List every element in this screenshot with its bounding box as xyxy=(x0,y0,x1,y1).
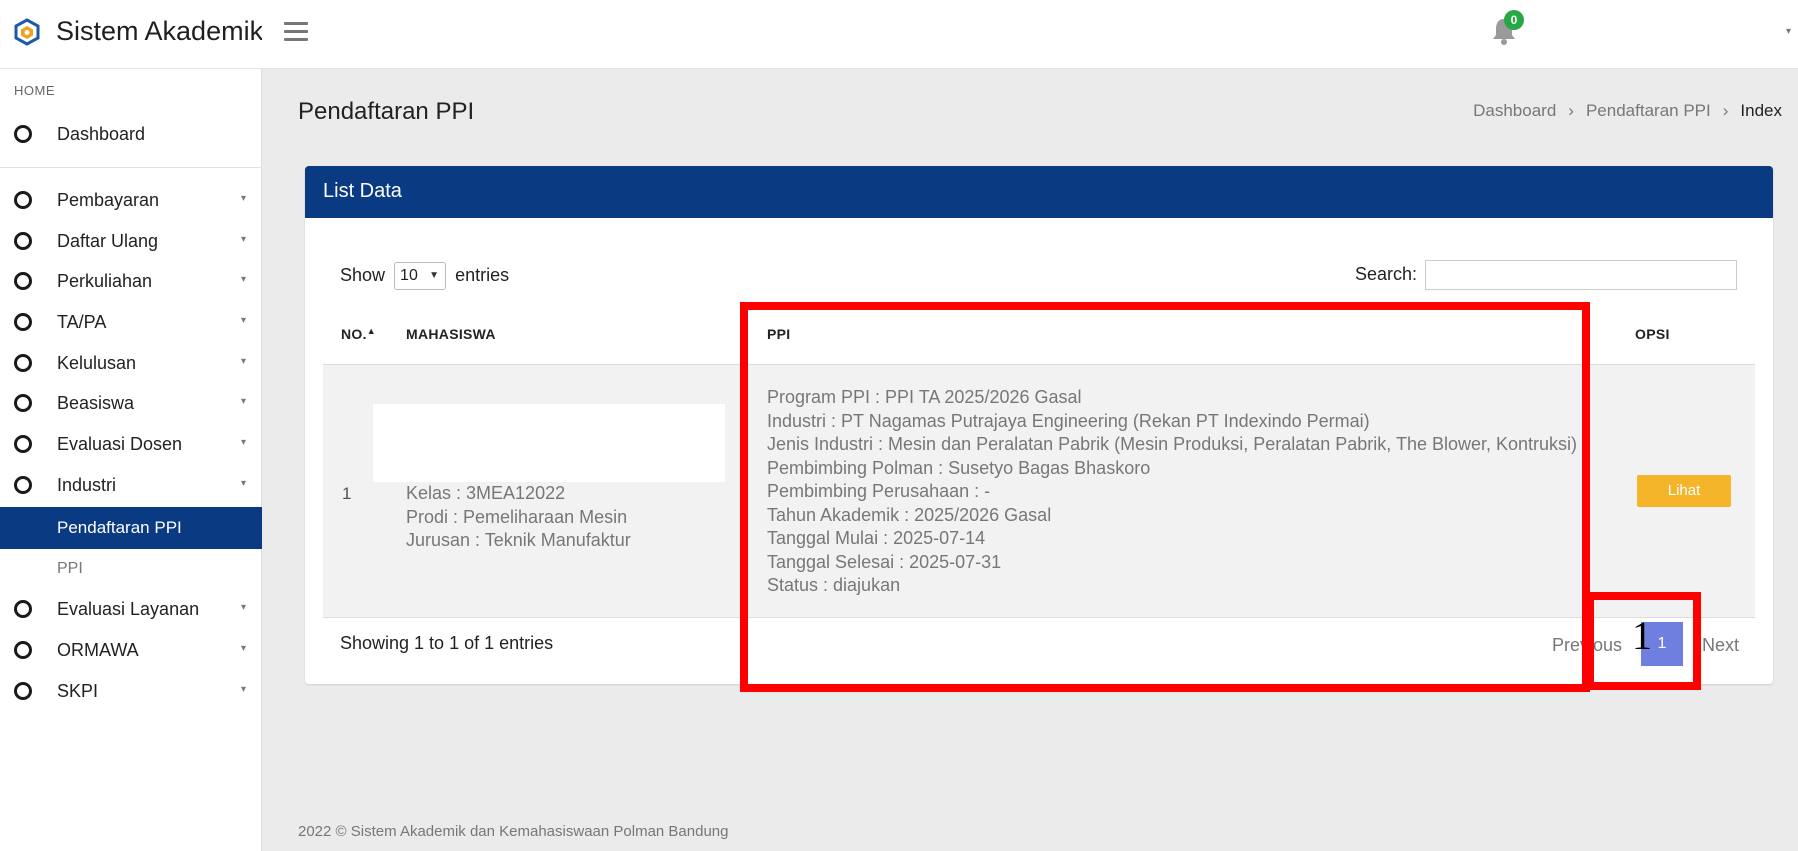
caret-down-icon: ▾ xyxy=(240,478,246,489)
app-title: Sistem Akademik xyxy=(56,16,262,46)
row-number: 1 xyxy=(342,484,352,503)
sidebar-item-perkuliahan[interactable]: Perkuliahan ▾ xyxy=(0,261,262,301)
sidebar-item-daftar-ulang[interactable]: Daftar Ulang ▾ xyxy=(0,221,262,261)
search-label: Search: xyxy=(1355,264,1418,284)
page-size-select[interactable]: 10 ▼ xyxy=(394,262,447,290)
user-menu-caret-icon[interactable]: ▾ xyxy=(1786,26,1791,37)
sidebar-item-pembayaran[interactable]: Pembayaran ▾ xyxy=(0,180,262,220)
sidebar-item-evaluasi-dosen[interactable]: Evaluasi Dosen ▾ xyxy=(0,424,262,464)
circle-icon xyxy=(14,600,32,618)
page-size-value: 10 xyxy=(400,267,418,284)
circle-icon xyxy=(14,125,32,143)
redacted-student-name xyxy=(373,404,725,482)
lihat-button[interactable]: Lihat xyxy=(1637,475,1731,507)
circle-icon xyxy=(14,191,32,209)
sidebar-item-label: Industri xyxy=(57,475,117,495)
show-entries: Show 10 ▼ entries xyxy=(340,262,509,290)
column-header-label: NO. xyxy=(341,326,367,342)
caret-down-icon: ▾ xyxy=(240,684,246,695)
sidebar-item-dashboard[interactable]: Dashboard xyxy=(0,114,262,154)
sidebar-item-label: Evaluasi Layanan xyxy=(57,599,200,619)
caret-down-icon: ▾ xyxy=(240,602,246,613)
chevron-down-icon: ▼ xyxy=(429,270,440,281)
sidebar-item-label: TA/PA xyxy=(57,312,107,332)
sidebar-item-ormawa[interactable]: ORMAWA ▾ xyxy=(0,630,262,670)
caret-down-icon: ▾ xyxy=(240,643,246,654)
card-title: List Data xyxy=(323,180,402,202)
circle-icon xyxy=(14,682,32,700)
notification-badge: 0 xyxy=(1504,10,1524,30)
column-header-no[interactable]: NO.▲ xyxy=(341,326,376,342)
brand[interactable]: Sistem Akademik xyxy=(0,0,262,69)
search-input[interactable] xyxy=(1425,260,1737,290)
circle-icon xyxy=(14,641,32,659)
sidebar-subitem-label: PPI xyxy=(57,560,83,577)
table-info: Showing 1 to 1 of 1 entries xyxy=(340,633,554,653)
show-label: Show xyxy=(340,264,386,285)
sidebar-subitem-pendaftaran-ppi[interactable]: Pendaftaran PPI xyxy=(0,507,262,549)
pagination-next[interactable]: Next xyxy=(1702,635,1739,656)
sidebar-item-industri[interactable]: Industri ▾ xyxy=(0,465,262,505)
app-logo-icon xyxy=(14,18,40,46)
sidebar-item-label: SKPI xyxy=(57,681,99,701)
sidebar-item-label: Beasiswa xyxy=(57,393,135,413)
sidebar-item-ta-pa[interactable]: TA/PA ▾ xyxy=(0,302,262,342)
circle-icon xyxy=(14,476,32,494)
caret-down-icon: ▾ xyxy=(240,193,246,204)
sidebar-item-label: Pembayaran xyxy=(57,190,160,210)
sidebar-item-evaluasi-layanan[interactable]: Evaluasi Layanan ▾ xyxy=(0,589,262,629)
sidebar-item-label: Dashboard xyxy=(57,124,146,144)
sidebar: HOME Dashboard Pembayaran ▾ Daftar Ulang… xyxy=(0,69,262,851)
circle-icon xyxy=(14,232,32,250)
column-header-opsi[interactable]: OPSI xyxy=(1635,326,1670,342)
breadcrumb-dashboard[interactable]: Dashboard xyxy=(1473,101,1556,120)
caret-down-icon: ▾ xyxy=(240,315,246,326)
menu-toggle-icon[interactable] xyxy=(284,22,308,42)
caret-down-icon: ▾ xyxy=(240,437,246,448)
sidebar-divider xyxy=(0,167,262,168)
sidebar-item-label: Perkuliahan xyxy=(57,271,153,291)
circle-icon xyxy=(14,272,32,290)
column-header-mahasiswa[interactable]: MAHASISWA xyxy=(406,326,496,342)
caret-down-icon: ▾ xyxy=(240,356,246,367)
annotation-box-ppi xyxy=(740,302,1590,692)
circle-icon xyxy=(14,354,32,372)
circle-icon xyxy=(14,394,32,412)
annotation-label: 1 xyxy=(1632,613,1652,658)
breadcrumb-separator-icon: › xyxy=(1722,101,1729,120)
student-prodi: Prodi : Pemeliharaan Mesin xyxy=(406,507,628,527)
breadcrumb: Dashboard › Pendaftaran PPI › Index xyxy=(1473,101,1782,121)
circle-icon xyxy=(14,435,32,453)
sidebar-item-label: Evaluasi Dosen xyxy=(57,434,183,454)
sidebar-subitem-label: Pendaftaran PPI xyxy=(57,518,182,537)
top-navbar: Sistem Akademik 0 ▾ xyxy=(0,0,1798,69)
sidebar-subitem-ppi[interactable]: PPI xyxy=(0,549,262,591)
card-header: List Data xyxy=(305,166,1773,218)
student-jurusan: Jurusan : Teknik Manufaktur xyxy=(406,530,631,550)
sidebar-item-beasiswa[interactable]: Beasiswa ▾ xyxy=(0,383,262,423)
circle-icon xyxy=(14,313,32,331)
sidebar-item-skpi[interactable]: SKPI ▾ xyxy=(0,671,262,711)
page-title: Pendaftaran PPI xyxy=(298,98,475,125)
student-kelas: Kelas : 3MEA12022 xyxy=(406,483,566,503)
caret-down-icon: ▾ xyxy=(240,274,246,285)
breadcrumb-separator-icon: › xyxy=(1568,101,1574,120)
sidebar-item-kelulusan[interactable]: Kelulusan ▾ xyxy=(0,343,262,383)
sidebar-item-label: ORMAWA xyxy=(57,640,139,660)
sidebar-item-label: Kelulusan xyxy=(57,353,137,373)
sidebar-item-label: Daftar Ulang xyxy=(57,231,159,251)
sort-asc-icon: ▲ xyxy=(366,326,377,336)
breadcrumb-current: Index xyxy=(1740,101,1782,120)
entries-label: entries xyxy=(455,264,510,285)
caret-down-icon: ▾ xyxy=(240,396,246,407)
breadcrumb-pendaftaran-ppi[interactable]: Pendaftaran PPI xyxy=(1586,101,1711,120)
page-footer: 2022 © Sistem Akademik dan Kemahasiswaan… xyxy=(298,823,729,840)
sidebar-section-home: HOME xyxy=(14,83,55,98)
caret-down-icon: ▾ xyxy=(240,234,246,245)
